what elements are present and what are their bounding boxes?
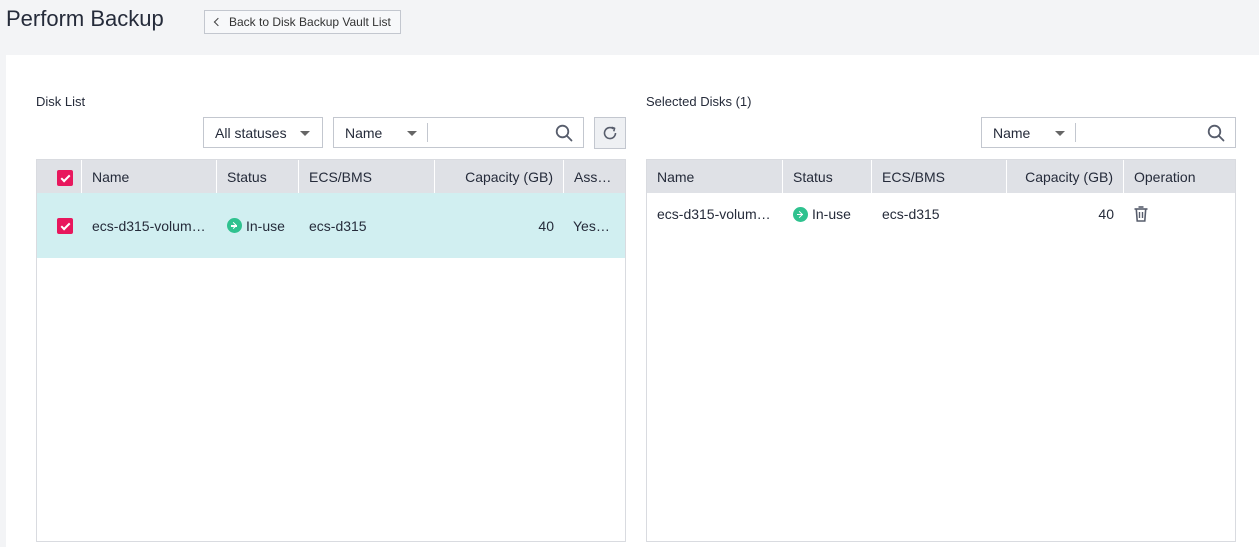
- col-capacity[interactable]: Capacity (GB): [1007, 160, 1124, 193]
- selected-table-header: Name Status ECS/BMS Capacity (GB) Operat…: [647, 160, 1235, 193]
- select-all-cell: [37, 160, 82, 193]
- disk-table-header: Name Status ECS/BMS Capacity (GB) Ass…: [37, 160, 625, 193]
- selected-disk-name: ecs-d315-volum…: [657, 206, 771, 222]
- disk-search-group: Name: [333, 117, 584, 148]
- selected-disks-table: Name Status ECS/BMS Capacity (GB) Operat…: [646, 159, 1236, 542]
- selected-disks-label: Selected Disks (1): [646, 94, 752, 109]
- caret-down-icon: [300, 131, 310, 136]
- selected-disk-ecs: ecs-d315: [882, 206, 940, 222]
- back-to-vault-list-button[interactable]: Back to Disk Backup Vault List: [204, 10, 401, 34]
- disk-list-table: Name Status ECS/BMS Capacity (GB) Ass… e…: [36, 159, 626, 542]
- selected-search-group: Name: [981, 117, 1236, 148]
- in-use-status-icon: [227, 218, 242, 233]
- selected-disk-capacity: 40: [1098, 206, 1114, 222]
- status-filter-value: All statuses: [215, 124, 287, 141]
- check-icon: [60, 172, 70, 182]
- selected-disk-status-text: In-use: [812, 206, 851, 222]
- col-status[interactable]: Status: [783, 160, 872, 193]
- table-row[interactable]: ecs-d315-volum… In-use ecs-d315 40 Yes…: [37, 193, 625, 258]
- col-name[interactable]: Name: [647, 160, 783, 193]
- status-filter-select[interactable]: All statuses: [203, 117, 323, 148]
- col-name[interactable]: Name: [82, 160, 217, 193]
- selected-search-field-select[interactable]: Name: [982, 118, 1075, 147]
- col-operation: Operation: [1134, 168, 1196, 185]
- refresh-icon: [603, 126, 617, 140]
- disk-list-label: Disk List: [36, 94, 86, 109]
- disk-search-field-value: Name: [345, 124, 383, 141]
- search-icon[interactable]: [1207, 124, 1225, 142]
- disk-status-text: In-use: [246, 217, 285, 234]
- refresh-button[interactable]: [594, 117, 626, 149]
- col-ecs-bms[interactable]: ECS/BMS: [872, 160, 1007, 193]
- selected-search-field-value: Name: [993, 124, 1031, 141]
- search-icon[interactable]: [555, 124, 573, 142]
- delete-icon[interactable]: [1133, 206, 1149, 222]
- table-row: ecs-d315-volum… In-use ecs-d315 40: [647, 193, 1235, 235]
- disk-associated: Yes…: [573, 217, 610, 234]
- disk-search-field-select[interactable]: Name: [334, 118, 427, 147]
- select-all-checkbox[interactable]: [57, 170, 73, 186]
- disk-name: ecs-d315-volum…: [92, 217, 206, 234]
- col-ecs-bms[interactable]: ECS/BMS: [299, 160, 435, 193]
- back-button-label: Back to Disk Backup Vault List: [229, 15, 391, 29]
- caret-down-icon: [407, 131, 417, 136]
- page-title: Perform Backup: [6, 6, 164, 31]
- col-status[interactable]: Status: [217, 160, 299, 193]
- check-icon: [60, 220, 70, 230]
- caret-down-icon: [1055, 131, 1065, 136]
- disk-status: In-use: [227, 193, 299, 258]
- selected-disk-status: In-use: [793, 193, 873, 235]
- disk-ecs: ecs-d315: [309, 217, 367, 234]
- row-checkbox[interactable]: [57, 218, 73, 234]
- main-card: Disk List All statuses Name Name Status: [6, 55, 1259, 547]
- in-use-status-icon: [793, 206, 808, 222]
- page-header: Perform Backup Back to Disk Backup Vault…: [0, 0, 1259, 55]
- disk-capacity: 40: [538, 217, 554, 234]
- col-capacity[interactable]: Capacity (GB): [435, 160, 564, 193]
- col-associated[interactable]: Ass…: [564, 160, 626, 193]
- chevron-left-icon: [213, 17, 223, 27]
